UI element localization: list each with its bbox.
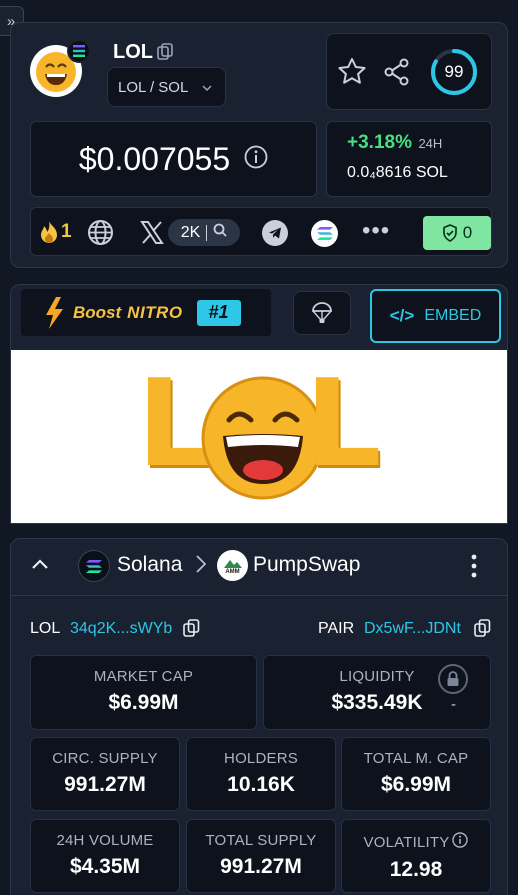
rank-badge-label: #1: [208, 302, 229, 322]
hot-count: 1: [61, 221, 72, 242]
total-mcap-value: $6.99M: [380, 773, 452, 796]
price-change-box: +3.18% 24H 0.0₄8616 SOL: [326, 121, 492, 197]
circ-supply-value: 991.27M: [64, 773, 146, 796]
total-mcap-stat: TOTAL M. CAP $6.99M: [341, 737, 491, 811]
fire-icon: [41, 221, 57, 243]
price-in-sol: 0.0₄8616 SOL: [347, 164, 448, 181]
price-box: $0.007055: [30, 121, 317, 197]
parachute-icon: [312, 302, 332, 323]
airdrop-button[interactable]: [293, 291, 351, 335]
copy-symbol-icon[interactable]: [157, 43, 173, 66]
solana-icon[interactable]: [311, 220, 338, 247]
collapse-chevron-up-icon[interactable]: [31, 557, 49, 575]
copy-pair-address-icon[interactable]: [474, 619, 491, 643]
change-period: 24H: [418, 136, 443, 151]
total-supply-stat: TOTAL SUPPLY 991.27M: [186, 819, 336, 893]
star-icon[interactable]: [337, 57, 367, 90]
token-address[interactable]: 34q2K...sWYb: [70, 620, 172, 638]
circ-supply-label: CIRC. SUPPLY: [52, 750, 158, 767]
search-icon: [213, 223, 227, 242]
token-banner-image: L L: [11, 350, 507, 523]
holders-stat: HOLDERS 10.16K: [186, 737, 336, 811]
liquidity-extra: -: [451, 696, 456, 713]
embed-button[interactable]: </> EMBED: [370, 289, 501, 343]
market-cap-stat: MARKET CAP $6.99M: [30, 655, 257, 730]
token-address-label: LOL: [30, 620, 61, 637]
token-price: $0.007055: [78, 140, 231, 177]
x-twitter-icon[interactable]: [140, 221, 164, 249]
lightning-icon: [46, 296, 63, 329]
pair-selector-label: LOL / SOL: [118, 78, 189, 96]
embed-label: EMBED: [424, 307, 482, 324]
volume-24h-label: 24H VOLUME: [56, 832, 154, 849]
token-symbol: LOL: [113, 41, 153, 63]
shield-check-icon: [442, 224, 457, 242]
volatility-value: 12.98: [389, 858, 443, 881]
pumpswap-badge-label: AMM: [225, 568, 240, 575]
solana-badge-icon: [67, 39, 91, 63]
volatility-label: VOLATILITY: [363, 833, 450, 851]
breadcrumb-chevron-right-icon: [195, 553, 207, 580]
kebab-menu-icon[interactable]: [469, 553, 479, 579]
boost-nitro-button[interactable]: Boost NITRO #1: [21, 289, 271, 336]
code-icon: </>: [389, 306, 415, 325]
rank-score-value: 99: [444, 62, 464, 81]
dex-name[interactable]: PumpSwap: [253, 553, 360, 577]
volatility-info-icon[interactable]: [452, 832, 469, 852]
promo-card: Boost NITRO #1 </> EMBED L L: [10, 284, 508, 524]
copy-token-address-icon[interactable]: [183, 619, 200, 643]
nitro-label: NITRO: [127, 302, 183, 322]
boost-label: Boost: [73, 302, 122, 322]
holders-label: HOLDERS: [224, 750, 298, 767]
solana-chain-icon: [78, 550, 110, 582]
change-percent: +3.18%: [347, 132, 412, 153]
token-actions: 99: [326, 33, 492, 110]
token-header-card: LOL LOL / SOL 99 $0.007055 +3.18% 24H 0.…: [10, 22, 508, 268]
hot-badge[interactable]: 1: [39, 220, 72, 244]
share-icon[interactable]: [384, 58, 410, 91]
x-followers-count: 2K: [180, 223, 201, 241]
volume-24h-stat: 24H VOLUME $4.35M: [30, 819, 180, 893]
banner-letter-l-right: L: [305, 355, 382, 494]
volume-24h-value: $4.35M: [69, 855, 141, 878]
shield-count: 0: [462, 223, 473, 242]
total-supply-label: TOTAL SUPPLY: [205, 832, 317, 849]
pair-selector[interactable]: LOL / SOL: [107, 67, 226, 107]
pair-address-label: PAIR: [318, 620, 355, 637]
chevron-down-icon: [202, 78, 212, 96]
liquidity-stat: LIQUIDITY $335.49K -: [263, 655, 491, 730]
rank-badge: #1: [196, 299, 241, 326]
holders-value: 10.16K: [227, 773, 295, 796]
shield-score-button[interactable]: 0: [423, 216, 491, 250]
market-cap-label: MARKET CAP: [93, 668, 194, 685]
social-links-row: 1 2K ••• 0: [30, 207, 492, 256]
circ-supply-stat: CIRC. SUPPLY 991.27M: [30, 737, 180, 811]
pair-address[interactable]: Dx5wF...JDNt: [364, 620, 461, 638]
market-cap-value: $6.99M: [108, 691, 179, 714]
volatility-stat: VOLATILITY 12.98: [341, 819, 491, 893]
lock-icon[interactable]: [438, 664, 468, 694]
total-supply-value: 991.27M: [220, 855, 302, 878]
telegram-icon[interactable]: [262, 220, 288, 246]
more-options-icon[interactable]: •••: [362, 219, 390, 243]
pumpswap-icon: AMM: [217, 550, 248, 581]
info-icon[interactable]: [244, 145, 268, 174]
globe-icon[interactable]: [87, 219, 114, 251]
rank-score-gauge[interactable]: 99: [429, 47, 479, 97]
chain-name[interactable]: Solana: [117, 553, 182, 577]
token-info-card: Solana AMM PumpSwap LOL 34q2K...sWYb PAI…: [10, 538, 508, 895]
total-mcap-label: TOTAL M. CAP: [363, 750, 469, 767]
x-followers-button[interactable]: 2K: [168, 219, 240, 246]
liquidity-value: $335.49K: [331, 691, 423, 714]
